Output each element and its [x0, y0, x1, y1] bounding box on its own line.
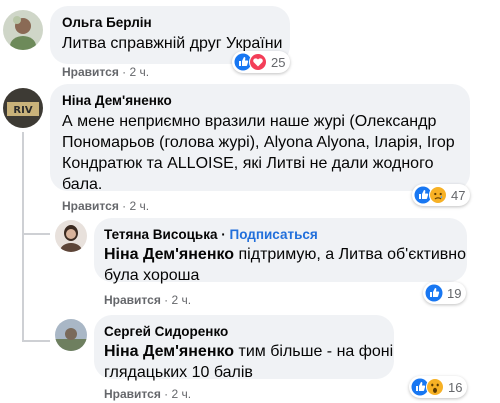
comment-actions: Нравится · 2 ч. [104, 387, 191, 401]
comment-text-line: Пономарьов (голова журі), Alyona Alyona,… [62, 134, 455, 151]
comment-text: Ніна Дем'яненко підтримую, а Литва об'єк… [104, 244, 467, 286]
love-reaction-icon [249, 53, 267, 71]
separator-dot: · [221, 227, 230, 242]
like-button[interactable]: Нравится [62, 65, 119, 79]
comment-text-segment: підтримую, а Литва об'єктивно [234, 246, 467, 263]
reply-thread-line [22, 132, 24, 342]
comment-author[interactable]: Ольга Берлін [62, 15, 152, 30]
reply-thread-connector [22, 340, 50, 342]
timestamp[interactable]: 2 ч. [130, 199, 150, 213]
avatar[interactable]: RIV [3, 88, 43, 128]
comment-author[interactable]: Ніна Дем'яненко [62, 93, 172, 108]
separator-dot: · [122, 199, 130, 213]
reaction-count: 47 [451, 187, 466, 203]
comment-actions: Нравится · 2 ч. [62, 199, 149, 213]
comment-text-line: А мене неприємно вразили наше журі (Олек… [62, 113, 437, 130]
comment-text-line: була хороша [104, 267, 200, 284]
comment-actions: Нравится · 2 ч. [62, 65, 149, 79]
comment-text: А мене неприємно вразили наше журі (Олек… [62, 111, 467, 195]
sad-reaction-icon [429, 186, 447, 204]
comment-actions: Нравится · 2 ч. [104, 293, 191, 307]
reactions-summary[interactable]: 19 [423, 282, 467, 304]
like-button[interactable]: Нравится [104, 387, 161, 401]
reactions-summary[interactable]: 47 [412, 184, 471, 206]
timestamp[interactable]: 2 ч. [130, 65, 150, 79]
mention-link[interactable]: Ніна Дем'яненко [104, 343, 234, 360]
subscribe-button[interactable]: Подписаться [230, 227, 318, 242]
avatar[interactable] [3, 10, 43, 50]
comment-text-segment: тим більше - на фоні [234, 343, 394, 360]
svg-text:RIV: RIV [13, 105, 32, 116]
reaction-count: 19 [447, 285, 462, 301]
separator-dot: · [164, 387, 172, 401]
reactions-summary[interactable]: 25 [232, 51, 291, 73]
separator-dot: · [122, 65, 130, 79]
timestamp[interactable]: 2 ч. [172, 387, 192, 401]
like-reaction-icon [425, 284, 443, 302]
comment-author[interactable]: Сергей Сидоренко [104, 324, 228, 339]
avatar[interactable] [55, 220, 87, 252]
avatar[interactable] [55, 319, 87, 351]
comment-author[interactable]: Тетяна Висоцька [104, 227, 217, 242]
comment-text: Ніна Дем'яненко тим більше - на фоні гля… [104, 341, 394, 383]
reaction-count: 16 [448, 379, 463, 395]
comment-text-line: Ніна Дем'яненко тим більше - на фоні [104, 341, 394, 362]
reaction-count: 25 [271, 54, 286, 70]
separator-dot: · [164, 293, 172, 307]
wow-reaction-icon [426, 378, 444, 396]
comment-text-line: Кондратюк та ALLOISE, які Литві не дали … [62, 155, 434, 172]
comment-author-row: Тетяна Висоцька · Подписаться [104, 227, 318, 242]
timestamp[interactable]: 2 ч. [172, 293, 192, 307]
comment-text-line: глядацьких 10 балів [104, 364, 253, 381]
comment-text-line: бала. [62, 176, 103, 193]
like-button[interactable]: Нравится [62, 199, 119, 213]
reply-thread-connector [22, 233, 50, 235]
comment-text-line: Ніна Дем'яненко підтримую, а Литва об'єк… [104, 244, 467, 265]
like-button[interactable]: Нравится [104, 293, 161, 307]
reactions-summary[interactable]: 16 [409, 376, 468, 398]
mention-link[interactable]: Ніна Дем'яненко [104, 246, 234, 263]
